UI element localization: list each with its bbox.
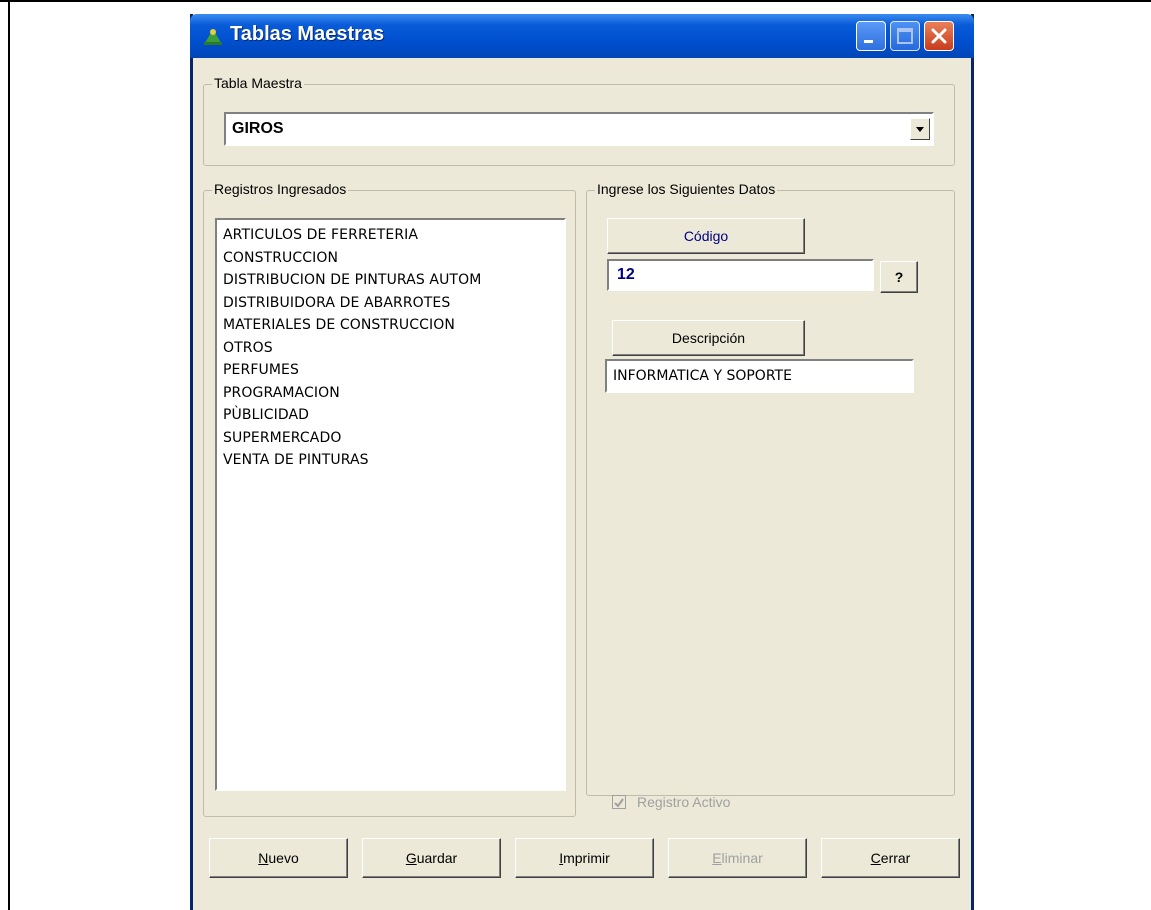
nuevo-hotkey: N — [258, 850, 269, 866]
imprimir-label: mprimir — [563, 850, 610, 866]
eliminar-button[interactable]: Eliminar — [668, 838, 807, 878]
app-icon — [204, 29, 222, 45]
list-item[interactable]: MATERIALES DE CONSTRUCCION — [217, 314, 564, 337]
minimize-icon — [864, 40, 873, 43]
title-bar[interactable]: Tablas Maestras — [190, 14, 974, 58]
minimize-button[interactable] — [856, 21, 886, 51]
window-title: Tablas Maestras — [230, 23, 385, 45]
descripcion-header-button[interactable]: Descripción — [612, 320, 805, 356]
registros-items: ARTICULOS DE FERRETERIA CONSTRUCCION DISTR… — [217, 220, 564, 472]
cerrar-button[interactable]: Cerrar — [821, 838, 960, 878]
eliminar-label: liminar — [721, 850, 763, 866]
maximize-icon — [897, 28, 913, 44]
datos-label: Ingrese los Siguientes Datos — [595, 181, 778, 197]
descripcion-field[interactable]: INFORMATICA Y SOPORTE — [605, 359, 914, 393]
page-left-border — [8, 0, 10, 910]
cerrar-hotkey: C — [870, 850, 881, 866]
registros-label: Registros Ingresados — [212, 181, 349, 197]
tabla-maestra-value: GIROS — [232, 120, 284, 137]
list-item[interactable]: OTROS — [217, 337, 564, 360]
help-button[interactable]: ? — [880, 261, 918, 293]
codigo-value: 12 — [617, 266, 635, 283]
descripcion-value: INFORMATICA Y SOPORTE — [613, 368, 792, 384]
dropdown-button[interactable] — [910, 118, 930, 140]
list-item[interactable]: VENTA DE PINTURAS — [217, 449, 564, 472]
registro-activo-checkbox[interactable] — [612, 795, 626, 809]
close-icon — [931, 28, 947, 44]
checkmark-icon — [614, 798, 624, 808]
tabla-maestra-select[interactable]: GIROS — [224, 112, 934, 146]
list-item[interactable]: DISTRIBUCION DE PINTURAS AUTOM — [217, 269, 564, 292]
nuevo-label: uevo — [268, 850, 299, 866]
list-item[interactable]: CONSTRUCCION — [217, 247, 564, 270]
guardar-label: uardar — [416, 850, 458, 866]
list-item[interactable]: SUPERMERCADO — [217, 427, 564, 450]
nuevo-button[interactable]: Nuevo — [209, 838, 348, 878]
list-item[interactable]: PÙBLICIDAD — [217, 404, 564, 427]
codigo-field[interactable]: 12 — [607, 259, 874, 291]
chevron-down-icon — [916, 127, 924, 132]
registro-activo-label: Registro Activo — [637, 794, 731, 810]
registros-list[interactable]: ARTICULOS DE FERRETERIA CONSTRUCCION DISTR… — [215, 218, 566, 791]
list-item[interactable]: PROGRAMACION — [217, 382, 564, 405]
tabla-maestra-label: Tabla Maestra — [212, 75, 304, 91]
list-item[interactable]: PERFUMES — [217, 359, 564, 382]
guardar-button[interactable]: Guardar — [362, 838, 501, 878]
list-item[interactable]: DISTRIBUIDORA DE ABARROTES — [217, 292, 564, 315]
maximize-button[interactable] — [890, 21, 920, 51]
close-button[interactable] — [924, 21, 954, 51]
list-item[interactable]: ARTICULOS DE FERRETERIA — [217, 224, 564, 247]
eliminar-hotkey: E — [712, 850, 722, 866]
imprimir-button[interactable]: Imprimir — [515, 838, 654, 878]
cerrar-label: errar — [880, 850, 911, 866]
guardar-hotkey: G — [405, 850, 417, 866]
codigo-header-button[interactable]: Código — [607, 218, 805, 254]
page-top-border — [0, 0, 1151, 2]
